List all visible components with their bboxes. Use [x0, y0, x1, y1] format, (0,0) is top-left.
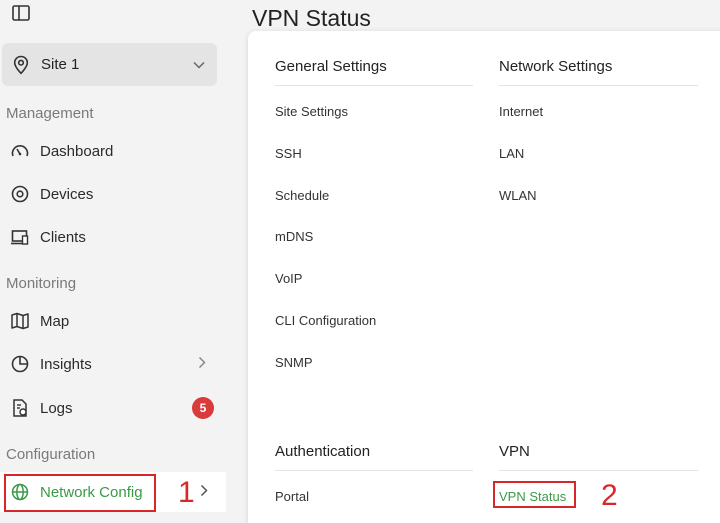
chevron-down-icon — [193, 61, 205, 69]
divider — [499, 470, 698, 471]
dashboard-icon — [10, 141, 30, 161]
menu-link-snmp[interactable]: SNMP — [275, 355, 313, 370]
divider — [275, 85, 473, 86]
menu-link-portal[interactable]: Portal — [275, 489, 309, 504]
chevron-right-icon — [200, 484, 208, 497]
menu-link-wlan[interactable]: WLAN — [499, 188, 537, 203]
sidebar-item-label: Insights — [40, 355, 92, 373]
group-title-network-settings: Network Settings — [499, 58, 613, 75]
section-heading-monitoring: Monitoring — [6, 275, 77, 292]
menu-link-ssh[interactable]: SSH — [275, 146, 302, 161]
menu-link-cli-configuration[interactable]: CLI Configuration — [275, 313, 376, 328]
devices-icon — [10, 184, 30, 204]
menu-link-voip[interactable]: VoIP — [275, 271, 302, 286]
annotation-box-vpn-status — [493, 481, 576, 508]
sidebar-item-map[interactable]: Map — [0, 301, 226, 341]
divider — [275, 470, 473, 471]
page-title: VPN Status — [252, 5, 371, 31]
divider — [499, 85, 698, 86]
sidebar-item-label: Clients — [40, 228, 86, 246]
annotation-step-1: 1 — [178, 476, 195, 509]
location-pin-icon — [13, 55, 29, 74]
menu-link-internet[interactable]: Internet — [499, 104, 543, 119]
sidebar-item-label: Logs — [40, 399, 73, 417]
sidebar-item-devices[interactable]: Devices — [0, 174, 226, 214]
site-select[interactable]: Site 1 — [2, 43, 217, 86]
group-title-vpn: VPN — [499, 443, 530, 460]
sidebar-item-dashboard[interactable]: Dashboard — [0, 131, 226, 171]
group-title-authentication: Authentication — [275, 443, 371, 460]
chevron-right-icon — [198, 356, 206, 369]
menu-link-site-settings[interactable]: Site Settings — [275, 104, 348, 119]
group-title-general-settings: General Settings — [275, 58, 387, 75]
sidebar-item-label: Devices — [40, 185, 94, 203]
sidebar-item-label: Map — [40, 312, 70, 330]
menu-link-mdns[interactable]: mDNS — [275, 229, 313, 244]
clients-icon — [10, 227, 30, 247]
pie-chart-icon — [10, 354, 30, 374]
sidebar-toggle-icon — [12, 5, 30, 21]
sidebar-item-label: Dashboard — [40, 142, 114, 160]
logs-icon — [10, 398, 30, 418]
menu-link-schedule[interactable]: Schedule — [275, 188, 329, 203]
annotation-box-network-config — [4, 474, 156, 512]
sidebar: Site 1 Management Dashboard Devices Clie… — [0, 0, 226, 523]
annotation-step-2: 2 — [601, 479, 618, 512]
sidebar-item-clients[interactable]: Clients — [0, 217, 226, 257]
map-icon — [10, 311, 30, 331]
section-heading-configuration: Configuration — [6, 446, 96, 463]
sidebar-item-logs[interactable]: Logs 5 — [0, 388, 226, 428]
sidebar-item-insights[interactable]: Insights — [0, 344, 226, 384]
site-select-label: Site 1 — [41, 56, 80, 73]
logs-count-badge: 5 — [192, 397, 214, 419]
sidebar-toggle-button[interactable] — [10, 2, 32, 24]
section-heading-management: Management — [6, 105, 94, 122]
menu-link-lan[interactable]: LAN — [499, 146, 524, 161]
